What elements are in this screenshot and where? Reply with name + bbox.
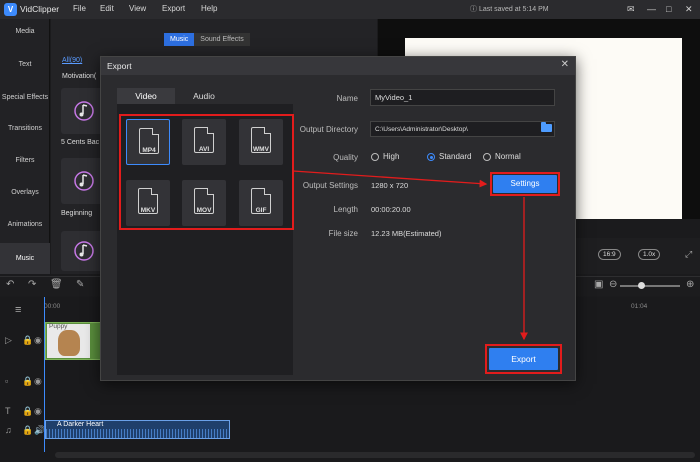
output-settings-label: Output Settings: [302, 181, 358, 190]
timecode-marker: 01:04: [631, 303, 648, 310]
music-note-icon: [74, 101, 94, 121]
aspect-ratio-select[interactable]: 16:9: [598, 249, 621, 260]
quality-high-radio[interactable]: [371, 153, 379, 161]
output-directory-label: Output Directory: [299, 125, 358, 134]
eye-icon[interactable]: ◉: [34, 376, 42, 387]
music-track-label: Beginning: [61, 210, 93, 217]
format-highlight-box: [119, 114, 294, 230]
sidebar-item-special-effects[interactable]: Special Effects: [0, 94, 50, 101]
sidebar-item-text[interactable]: Text: [0, 61, 50, 68]
snapshot-icon[interactable]: ▣: [594, 279, 603, 290]
menu-file[interactable]: File: [73, 4, 86, 13]
audio-waveform: [46, 429, 229, 438]
name-label: Name: [336, 94, 358, 103]
length-value: 00:00:20.00: [371, 205, 411, 214]
undo-icon[interactable]: ↶: [6, 279, 14, 290]
video-track-icon: ▷: [5, 335, 12, 345]
tab-audio[interactable]: Audio: [175, 88, 233, 104]
feedback-icon[interactable]: ✉: [627, 3, 635, 15]
title-bar: V VidClipper File Edit View Export Help …: [0, 0, 700, 19]
file-size-label: File size: [328, 229, 358, 238]
lock-icon[interactable]: 🔒: [22, 376, 33, 387]
folder-icon[interactable]: [541, 122, 552, 132]
sidebar: Media Text Special Effects Transitions F…: [0, 19, 50, 274]
close-icon[interactable]: ✕: [685, 3, 693, 15]
all-music-link[interactable]: All(90): [62, 57, 82, 64]
minimize-icon[interactable]: —: [647, 3, 656, 15]
length-label: Length: [333, 205, 358, 214]
music-category-title: Motivation(: [62, 73, 97, 80]
zoom-slider-track[interactable]: [620, 285, 680, 287]
quality-normal-radio[interactable]: [483, 153, 491, 161]
lock-icon[interactable]: 🔒: [22, 406, 33, 417]
save-status-text: Last saved at 5:14 PM: [478, 6, 549, 13]
redo-icon[interactable]: ↷: [28, 279, 36, 290]
timecode-start: 00:00: [44, 303, 61, 310]
dialog-title: Export: [107, 61, 132, 71]
app-name: VidClipper: [20, 4, 60, 14]
lock-icon[interactable]: 🔒: [22, 335, 33, 346]
menu-export[interactable]: Export: [162, 4, 185, 13]
eye-icon[interactable]: ◉: [34, 406, 42, 417]
menu-help[interactable]: Help: [201, 4, 217, 13]
format-tabs: Video Audio: [117, 88, 295, 104]
music-track-icon: ♫: [5, 425, 12, 435]
puppy-thumbnail-image: [58, 330, 80, 356]
tab-video[interactable]: Video: [117, 88, 175, 104]
name-input[interactable]: [370, 89, 555, 106]
add-track-icon[interactable]: ≡: [15, 304, 21, 316]
speed-select[interactable]: 1.0x: [638, 249, 661, 260]
quality-normal-label[interactable]: Normal: [495, 152, 521, 161]
timeline-scrollbar[interactable]: [55, 452, 695, 458]
sidebar-item-music[interactable]: Music: [0, 243, 50, 274]
text-track-icon: T: [5, 406, 11, 416]
sidebar-item-transitions[interactable]: Transitions: [0, 125, 50, 132]
zoom-in-icon[interactable]: ⊕: [686, 279, 694, 290]
eye-icon[interactable]: ◉: [34, 335, 42, 346]
export-button[interactable]: Export: [489, 348, 558, 370]
output-settings-value: 1280 x 720: [371, 181, 409, 190]
zoom-out-icon[interactable]: ⊖: [609, 279, 617, 290]
tab-music[interactable]: Music: [164, 33, 195, 46]
delete-icon[interactable]: 🗑: [50, 279, 63, 290]
maximize-icon[interactable]: □: [666, 3, 671, 15]
file-size-value: 12.23 MB(Estimated): [371, 229, 442, 238]
fullscreen-icon[interactable]: ⤢: [685, 249, 692, 260]
music-note-icon: [74, 241, 94, 261]
quality-standard-label[interactable]: Standard: [439, 152, 471, 161]
playhead[interactable]: [44, 297, 45, 452]
sidebar-item-filters[interactable]: Filters: [0, 157, 50, 164]
close-icon[interactable]: ✕: [561, 59, 569, 70]
music-tabs: Music Sound Effects: [164, 33, 250, 46]
music-note-icon: [74, 171, 94, 191]
zoom-slider-handle[interactable]: [638, 282, 645, 289]
lock-icon[interactable]: 🔒: [22, 425, 33, 436]
export-dialog: Export ✕ Video Audio MP4 AVI WMV MKV MOV…: [100, 56, 576, 381]
pip-track-icon: ▫: [5, 376, 9, 386]
dialog-title-bar: Export ✕: [101, 57, 575, 75]
app-logo-icon: V: [4, 3, 17, 16]
quality-high-label[interactable]: High: [383, 152, 399, 161]
sidebar-item-media[interactable]: Media: [0, 28, 50, 35]
audio-clip-name: A Darker Heart: [57, 421, 104, 428]
music-track-label: 5 Cents Bac: [61, 139, 100, 146]
crop-icon[interactable]: ✎: [76, 279, 84, 290]
quality-standard-radio[interactable]: [427, 153, 435, 161]
quality-label: Quality: [333, 153, 358, 162]
sidebar-item-overlays[interactable]: Overlays: [0, 189, 50, 196]
menu-view[interactable]: View: [129, 4, 146, 13]
menu-edit[interactable]: Edit: [100, 4, 114, 13]
tab-sound-effects[interactable]: Sound Effects: [194, 33, 250, 46]
save-status: ⓘ Last saved at 5:14 PM: [470, 4, 549, 14]
info-icon: ⓘ: [470, 6, 477, 13]
sidebar-item-animations[interactable]: Animations: [0, 221, 50, 228]
output-directory-input[interactable]: [370, 121, 555, 137]
settings-button[interactable]: Settings: [493, 175, 557, 193]
video-clip-label: Puppy: [49, 323, 68, 330]
